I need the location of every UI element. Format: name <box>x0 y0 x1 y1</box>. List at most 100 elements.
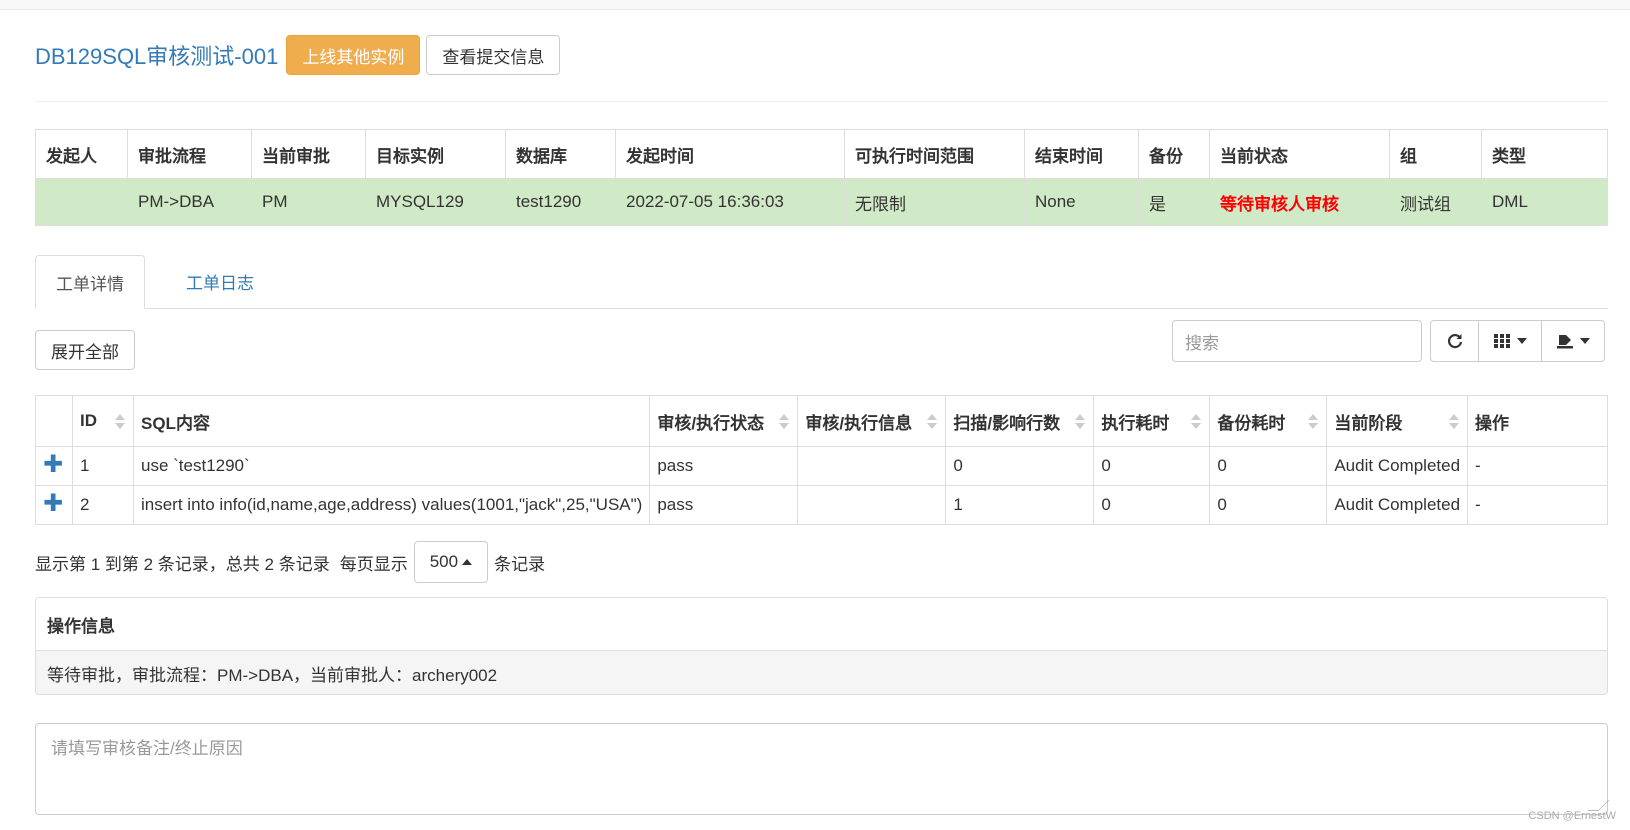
page-size-dropdown[interactable]: 500 <box>413 541 489 583</box>
workflow-info-table: 发起人 审批流程 当前审批 目标实例 数据库 发起时间 可执行时间范围 结束时间… <box>35 129 1608 226</box>
watermark: CSDN @ErnestW <box>1528 810 1616 822</box>
col-current-stage-label: 当前阶段 <box>1334 413 1403 433</box>
col-database: 数据库 <box>505 129 616 179</box>
cell-stage: Audit Completed <box>1326 446 1469 486</box>
page-size-value: 500 <box>429 552 459 571</box>
status-badge: 等待审核人审核 <box>1209 178 1390 226</box>
table-row: ✚ 1 use `test1290` pass 0 0 0 Audit Comp… <box>35 446 1608 486</box>
col-affected-rows-label: 扫描/影响行数 <box>953 413 1061 433</box>
sql-detail-table: ID SQL内容 审核/执行状态 审核/执行信息 扫描/影响行数 执行耗时 备份… <box>35 395 1608 525</box>
pagination-info: 显示第 1 到第 2 条记录，总共 2 条记录 每页显示 500 条记录 <box>35 541 545 583</box>
export-button[interactable] <box>1541 320 1605 362</box>
export-icon <box>1557 335 1573 349</box>
refresh-button[interactable] <box>1430 320 1479 362</box>
view-submit-info-button[interactable]: 查看提交信息 <box>426 35 561 75</box>
table-row: ✚ 2 insert into info(id,name,age,address… <box>35 485 1608 525</box>
cell-sql: insert into info(id,name,age,address) va… <box>133 485 651 525</box>
remark-placeholder: 请填写审核备注/终止原因 <box>51 739 243 758</box>
online-other-instance-button[interactable]: 上线其他实例 <box>286 35 421 75</box>
tab-bar: 工单详情 工单日志 <box>35 255 1608 309</box>
cell-type: DML <box>1481 178 1608 226</box>
sort-icon <box>1075 414 1086 430</box>
info-row: PM->DBA PM MYSQL129 test1290 2022-07-05 … <box>35 178 1608 226</box>
caret-up-icon <box>462 559 473 565</box>
cell-backup: 是 <box>1138 178 1210 226</box>
col-backup: 备份 <box>1138 129 1210 179</box>
search-input[interactable]: 搜索 <box>1172 320 1422 362</box>
workflow-title: DB129SQL审核测试-001 <box>35 44 279 69</box>
cell-id: 2 <box>72 485 134 525</box>
cell-exec-time: 0 <box>1093 485 1211 525</box>
info-header-row: 发起人 审批流程 当前审批 目标实例 数据库 发起时间 可执行时间范围 结束时间… <box>35 129 1608 179</box>
col-group: 组 <box>1389 129 1482 179</box>
sort-icon <box>1308 414 1319 430</box>
col-backup-time[interactable]: 备份耗时 <box>1209 395 1328 447</box>
tab-workflow-detail[interactable]: 工单详情 <box>35 255 145 309</box>
cell-rows: 0 <box>945 446 1095 486</box>
col-audit-status[interactable]: 审核/执行状态 <box>649 395 799 447</box>
panel-title: 操作信息 <box>36 598 1607 651</box>
col-initiator: 发起人 <box>35 129 128 179</box>
col-backup-time-label: 备份耗时 <box>1217 413 1286 433</box>
col-id[interactable]: ID <box>72 395 134 447</box>
panel-body: 等待审批，审批流程：PM->DBA，当前审批人：archery002 <box>36 651 1607 694</box>
chevron-down-icon <box>1517 338 1527 344</box>
plus-icon: ✚ <box>43 451 64 478</box>
sort-icon <box>1449 414 1460 430</box>
col-exec-time-range: 可执行时间范围 <box>844 129 1025 179</box>
col-exec-time-label: 执行耗时 <box>1101 413 1170 433</box>
col-audit-info[interactable]: 审核/执行信息 <box>797 395 947 447</box>
cell-start-time: 2022-07-05 16:36:03 <box>615 178 845 226</box>
sql-header-row: ID SQL内容 审核/执行状态 审核/执行信息 扫描/影响行数 执行耗时 备份… <box>35 395 1608 447</box>
col-audit-status-label: 审核/执行状态 <box>657 413 765 433</box>
col-current-approval: 当前审批 <box>251 129 366 179</box>
col-sql-content: SQL内容 <box>133 395 651 447</box>
cell-status: pass <box>649 446 799 486</box>
table-toolbar <box>1430 320 1605 362</box>
col-current-status: 当前状态 <box>1209 129 1390 179</box>
cell-group: 测试组 <box>1389 178 1482 226</box>
col-start-time: 发起时间 <box>615 129 845 179</box>
title-row: DB129SQL审核测试-001 上线其他实例 查看提交信息 <box>35 34 566 76</box>
cell-approval-flow: PM->DBA <box>127 178 252 226</box>
col-affected-rows[interactable]: 扫描/影响行数 <box>945 395 1095 447</box>
tab-workflow-log[interactable]: 工单日志 <box>166 255 274 308</box>
cell-rows: 1 <box>945 485 1095 525</box>
cell-current-approval: PM <box>251 178 366 226</box>
cell-op: - <box>1467 485 1608 525</box>
pagination-summary: 显示第 1 到第 2 条记录，总共 2 条记录 <box>35 554 330 574</box>
col-audit-info-label: 审核/执行信息 <box>805 413 913 433</box>
cell-initiator <box>35 178 128 226</box>
sort-icon <box>115 414 125 430</box>
cell-id: 1 <box>72 446 134 486</box>
cell-sql: use `test1290` <box>133 446 651 486</box>
chevron-down-icon <box>1580 338 1590 344</box>
cell-end-time: None <box>1024 178 1139 226</box>
records-label: 条记录 <box>494 554 546 574</box>
col-operation-label: 操作 <box>1475 413 1510 433</box>
col-exec-time[interactable]: 执行耗时 <box>1093 395 1211 447</box>
cell-info <box>797 446 947 486</box>
per-page-label: 每页显示 <box>339 554 408 574</box>
sort-icon <box>779 414 790 430</box>
cell-database: test1290 <box>505 178 616 226</box>
col-id-label: ID <box>80 411 97 430</box>
remark-textarea[interactable]: 请填写审核备注/终止原因 <box>35 723 1610 815</box>
sort-icon <box>1191 414 1202 430</box>
expand-row-button[interactable]: ✚ <box>35 485 73 525</box>
col-current-stage[interactable]: 当前阶段 <box>1326 395 1469 447</box>
cell-stage: Audit Completed <box>1326 485 1469 525</box>
columns-button[interactable] <box>1478 320 1542 362</box>
operation-info-panel: 操作信息 等待审批，审批流程：PM->DBA，当前审批人：archery002 <box>35 597 1608 695</box>
col-approval-flow: 审批流程 <box>127 129 252 179</box>
col-expand <box>35 395 73 447</box>
expand-all-button[interactable]: 展开全部 <box>35 330 135 370</box>
cell-backup-time: 0 <box>1209 485 1328 525</box>
cell-target-instance: MYSQL129 <box>365 178 506 226</box>
col-end-time: 结束时间 <box>1024 129 1139 179</box>
cell-status: pass <box>649 485 799 525</box>
grid-icon <box>1494 334 1510 348</box>
top-navbar <box>0 0 1630 10</box>
divider <box>35 101 1608 102</box>
expand-row-button[interactable]: ✚ <box>35 446 73 486</box>
